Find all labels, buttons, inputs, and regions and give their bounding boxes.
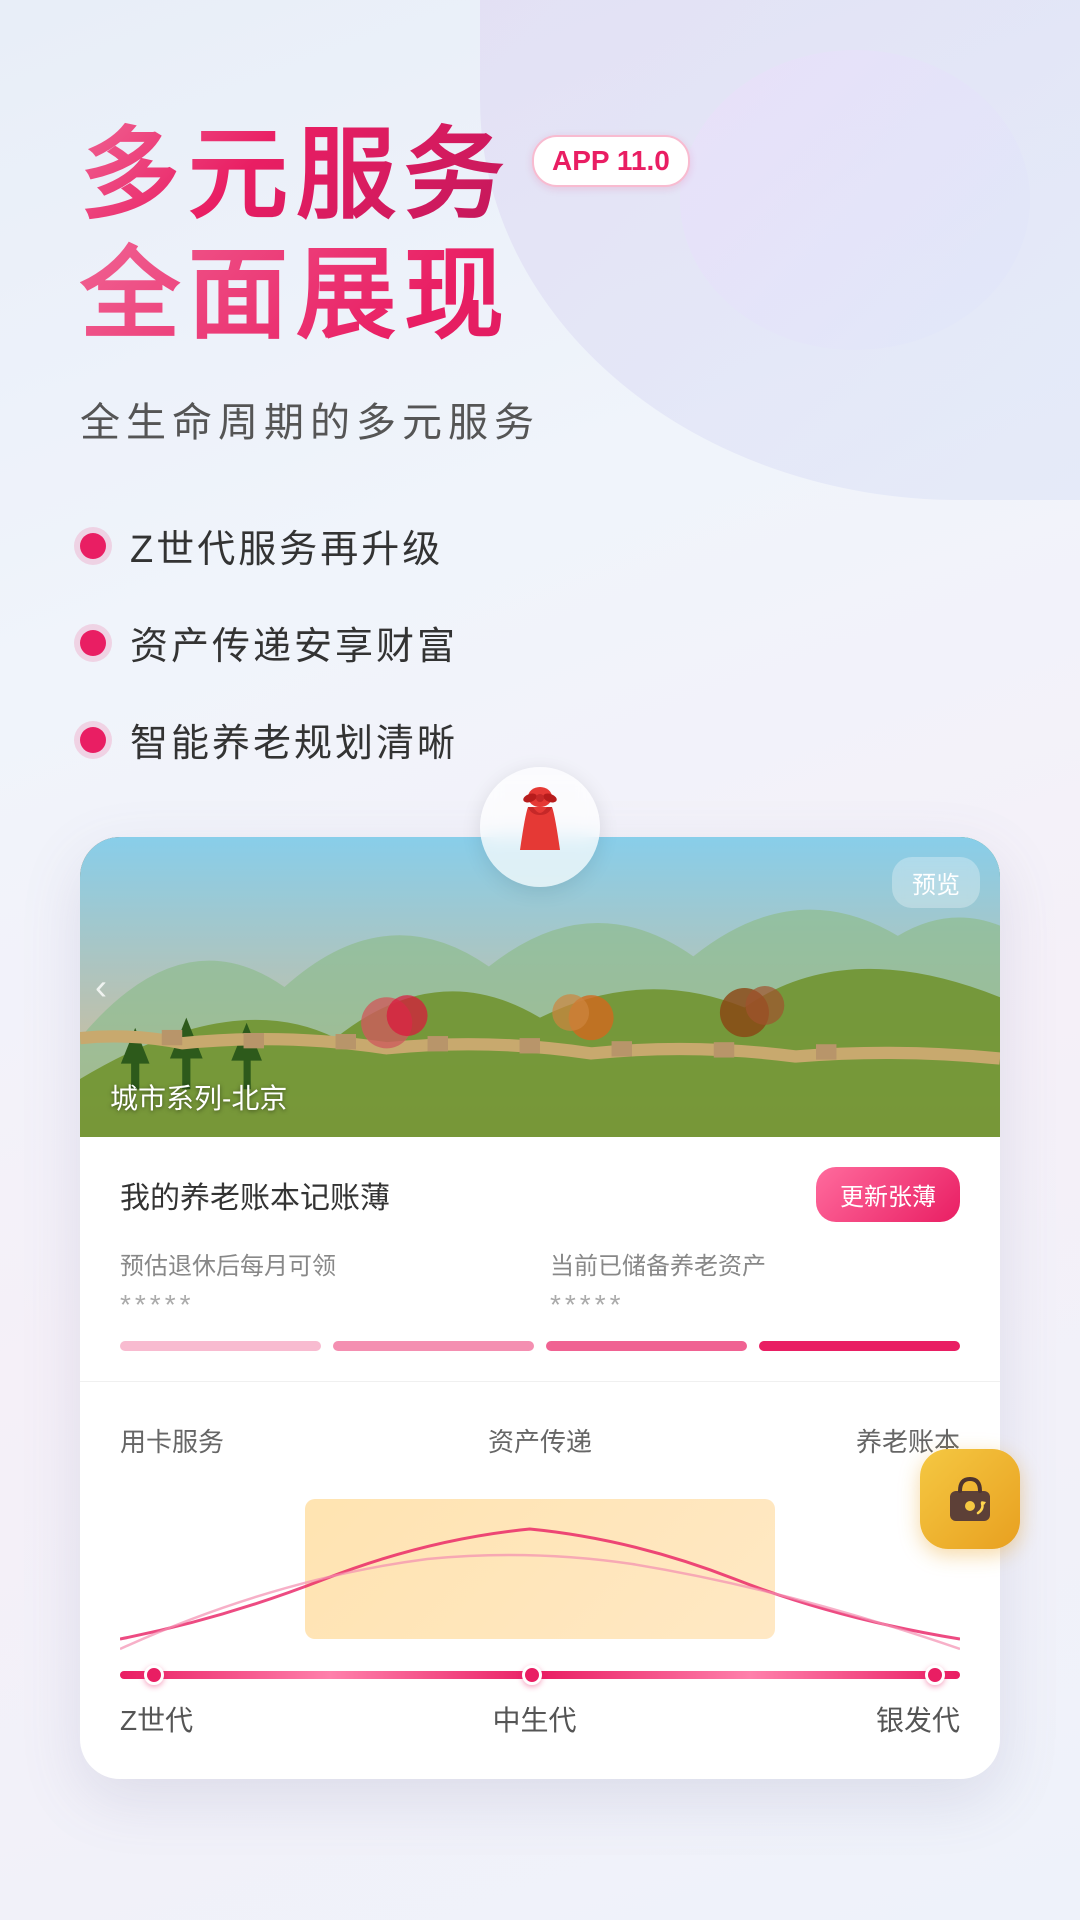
lifecycle-labels-top: 用卡服务 资产传递 养老账本 [120,1422,960,1459]
stat-label-assets: 当前已储备养老资产 [550,1246,960,1281]
account-section: 我的养老账本记账薄 更新张薄 预估退休后每月可领 ***** 当前已储备养老资产… [80,1137,1000,1382]
stat-item-assets: 当前已储备养老资产 ***** [550,1246,960,1321]
main-card: ‹ 城市系列-北京 预览 我的养老账本记账薄 更新张薄 预估退休后每月可领 **… [80,837,1000,1779]
bag-icon [942,1471,998,1527]
feature-text-1: Z世代服务再升级 [130,518,443,573]
axis-dot-mid [522,1665,542,1685]
feature-item-2: 资产传递安享财富 [80,615,1000,670]
update-account-button[interactable]: 更新张薄 [816,1167,960,1222]
feature-item-1: Z世代服务再升级 [80,518,1000,573]
account-title: 我的养老账本记账薄 [120,1173,390,1217]
stat-bar-2 [333,1341,534,1351]
app-version-badge: APP 11.0 [532,135,690,187]
feature-dot-3 [80,727,106,753]
lifecycle-label-asset-transfer: 资产传递 [488,1422,592,1459]
stat-bar-1 [120,1341,321,1351]
stat-bar-3 [546,1341,747,1351]
stat-bar-4 [759,1341,960,1351]
header-section: 多元服务 APP 11.0 全面展现 全生命周期的多元服务 [80,120,1000,448]
dress-icon [505,785,575,869]
lifecycle-labels-bottom: Z世代 中生代 银发代 [120,1699,960,1739]
feature-list: Z世代服务再升级 资产传递安享财富 智能养老规划清晰 [80,518,1000,767]
account-stats: 预估退休后每月可领 ***** 当前已储备养老资产 ***** [120,1246,960,1321]
lifecycle-label-mid-gen: 中生代 [493,1699,577,1739]
lifecycle-label-card-service: 用卡服务 [120,1422,224,1459]
stat-label-monthly: 预估退休后每月可领 [120,1246,530,1281]
lifecycle-label-silver-gen: 银发代 [876,1699,960,1739]
banner-label: 城市系列-北京 [110,1077,287,1117]
subtitle: 全生命周期的多元服务 [80,390,1000,448]
feature-dot-2 [80,630,106,656]
lifecycle-label-z-gen: Z世代 [120,1699,193,1739]
feature-text-2: 资产传递安享财富 [130,615,458,670]
account-header: 我的养老账本记账薄 更新张薄 [120,1167,960,1222]
feature-text-3: 智能养老规划清晰 [130,712,458,767]
stat-item-monthly: 预估退休后每月可领 ***** [120,1246,530,1321]
banner-nav-left[interactable]: ‹ [95,966,107,1008]
stat-bars [120,1341,960,1351]
stat-value-monthly: ***** [120,1289,530,1321]
lifecycle-chart [120,1479,960,1679]
lifecycle-section: 用卡服务 资产传递 养老账本 [80,1382,1000,1779]
banner-preview-button[interactable]: 预览 [892,857,980,908]
floating-avatar [480,767,600,887]
main-title-line2: 全面展现 [80,240,1000,350]
card-wrapper: ‹ 城市系列-北京 预览 我的养老账本记账薄 更新张薄 预估退休后每月可领 **… [80,837,1000,1779]
floating-bag [920,1449,1020,1549]
stat-value-assets: ***** [550,1289,960,1321]
feature-item-3: 智能养老规划清晰 [80,712,1000,767]
feature-dot-1 [80,533,106,559]
main-title-line1: 多元服务 [80,120,512,230]
axis-dot-z [144,1665,164,1685]
axis-dot-silver [925,1665,945,1685]
